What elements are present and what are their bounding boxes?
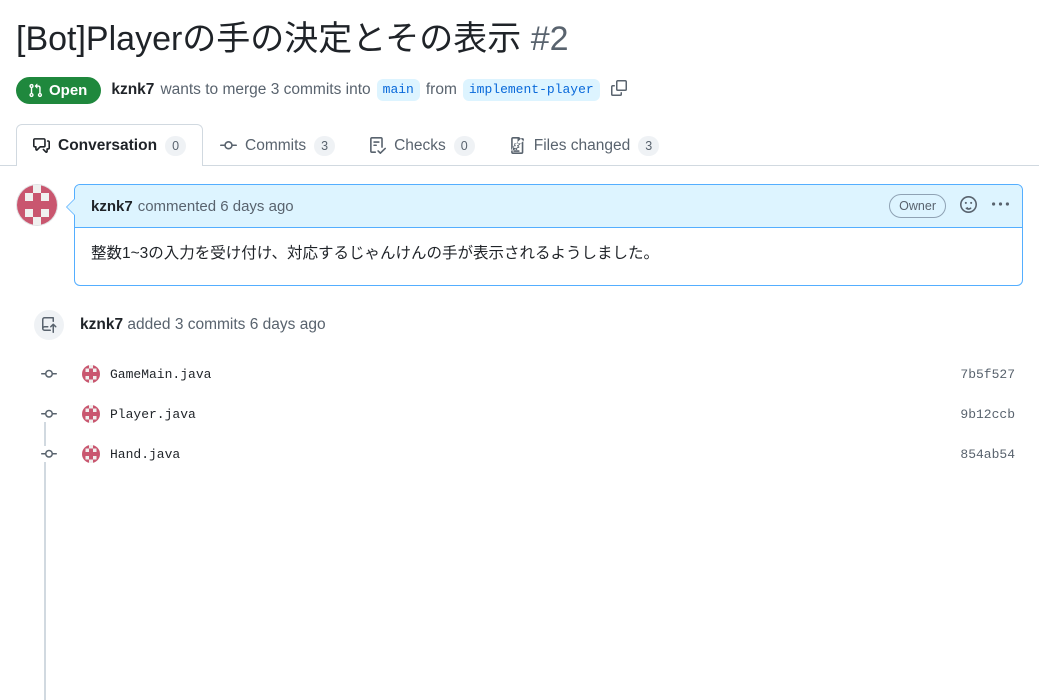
git-commit-node-icon: [36, 366, 62, 383]
pr-subhead: Open kznk7 wants to merge 3 commits into…: [16, 76, 1023, 104]
commit-author-avatar[interactable]: [82, 365, 100, 384]
tab-conversation-count: 0: [165, 135, 187, 157]
copy-branch-button[interactable]: [608, 79, 630, 101]
git-pull-request-icon: [28, 83, 43, 98]
commit-list: GameMain.java 7b5f527 Player.java 9b12cc…: [16, 354, 1023, 474]
pr-header: [Bot]Playerの手の決定とその表示 #2 Open kznk7 want…: [0, 0, 1039, 104]
commits-event-author[interactable]: kznk7: [80, 316, 123, 333]
commits-event-detail: added 3 commits 6 days ago: [127, 316, 326, 334]
comment-discussion-icon: [33, 137, 50, 154]
git-commit-icon: [220, 137, 238, 154]
file-diff-icon: [509, 137, 526, 155]
tab-conversation-label: Conversation: [58, 136, 158, 154]
tab-checks[interactable]: Checks 0: [352, 124, 492, 167]
tab-files-changed-label: Files changed: [533, 136, 631, 154]
commit-row[interactable]: Player.java 9b12ccb: [16, 394, 1023, 434]
pr-tabs: Conversation 0 Commits 3 Checks 0 Files …: [16, 123, 1039, 167]
commit-author-avatar[interactable]: [82, 445, 100, 464]
owner-badge: Owner: [889, 194, 946, 219]
page-title: [Bot]Playerの手の決定とその表示 #2: [16, 18, 1023, 61]
comment-item: kznk7 commented 6 days ago Owner 整数1~3の入…: [16, 184, 1023, 287]
tab-commits-label: Commits: [245, 136, 307, 154]
commit-message[interactable]: GameMain.java: [110, 367, 211, 382]
smiley-icon: [959, 195, 977, 217]
timeline-event-commits-added: kznk7 added 3 commits 6 days ago: [16, 310, 1023, 341]
pr-author[interactable]: kznk7: [111, 81, 154, 99]
comment-header: kznk7 commented 6 days ago Owner: [75, 185, 1022, 229]
add-reaction-button[interactable]: [958, 195, 978, 217]
comment-header-actions: Owner: [889, 194, 1010, 219]
git-commit-node-icon: [36, 446, 62, 463]
tab-conversation[interactable]: Conversation 0: [16, 123, 204, 167]
commit-sha[interactable]: 9b12ccb: [960, 407, 1023, 422]
checklist-icon: [369, 137, 387, 155]
status-badge-label: Open: [49, 81, 88, 99]
commit-row[interactable]: Hand.java 854ab54: [16, 434, 1023, 474]
tab-files-changed[interactable]: Files changed 3: [492, 124, 676, 167]
commit-author-avatar[interactable]: [82, 405, 100, 424]
pr-number: #2: [530, 20, 569, 58]
tab-commits-count: 3: [314, 135, 336, 157]
merge-text-2: from: [425, 81, 457, 98]
head-branch-chip[interactable]: implement-player: [462, 78, 600, 102]
avatar[interactable]: [16, 184, 58, 227]
pr-tabs-container: Conversation 0 Commits 3 Checks 0 Files …: [0, 123, 1039, 167]
commit-sha[interactable]: 854ab54: [960, 447, 1023, 462]
commit-sha[interactable]: 7b5f527: [960, 367, 1023, 382]
comment-meta: commented 6 days ago: [137, 197, 294, 215]
commits-event-text: kznk7 added 3 commits 6 days ago: [80, 316, 326, 334]
pr-title-text: [Bot]Playerの手の決定とその表示: [16, 20, 522, 58]
status-badge: Open: [16, 76, 102, 104]
pr-timeline: kznk7 commented 6 days ago Owner 整数1~3の入…: [0, 166, 1039, 700]
commit-message[interactable]: Hand.java: [110, 447, 180, 462]
merge-text-1: wants to merge 3 commits into: [160, 81, 371, 98]
commit-message[interactable]: Player.java: [110, 407, 196, 422]
repo-push-icon: [34, 310, 64, 341]
kebab-horizontal-icon: [991, 196, 1009, 217]
copy-icon: [610, 79, 627, 101]
git-commit-node-icon: [36, 406, 62, 423]
tab-checks-label: Checks: [394, 136, 446, 154]
commit-row[interactable]: GameMain.java 7b5f527: [16, 354, 1023, 394]
comment-body: 整数1~3の入力を受け付け、対応するじゃんけんの手が表示されるようしました。: [91, 245, 660, 263]
comment-author[interactable]: kznk7: [91, 198, 133, 215]
merge-description: kznk7 wants to merge 3 commits into main…: [111, 78, 630, 102]
base-branch-chip[interactable]: main: [376, 78, 420, 102]
comment-box: kznk7 commented 6 days ago Owner 整数1~3の入…: [66, 184, 1023, 287]
tab-files-changed-count: 3: [638, 135, 660, 157]
tab-checks-count: 0: [453, 135, 475, 157]
tab-commits[interactable]: Commits 3: [203, 124, 352, 167]
comment-options-button[interactable]: [990, 196, 1010, 216]
